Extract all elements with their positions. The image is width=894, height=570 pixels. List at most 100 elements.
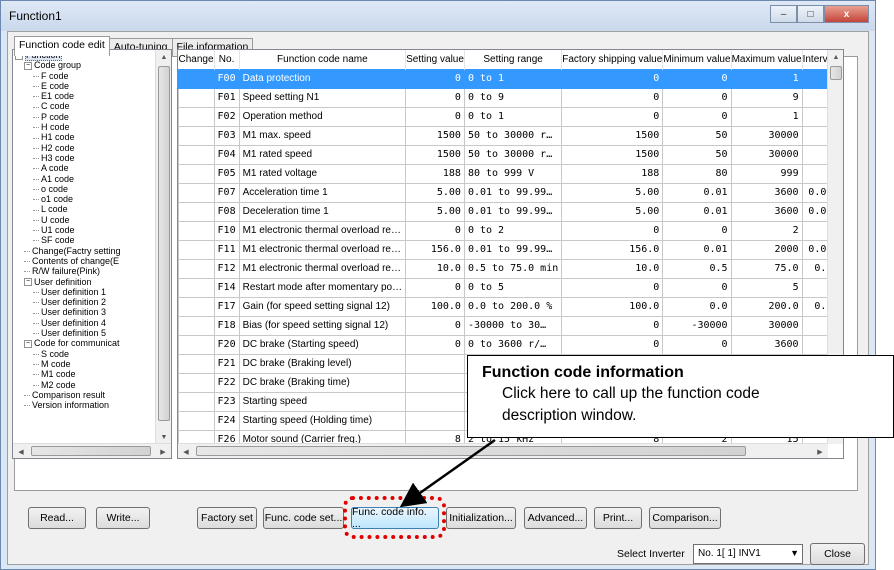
table-cell[interactable]: 0 [405, 220, 465, 241]
select-inverter-dropdown[interactable]: No. 1[ 1] INV1 ▼ [693, 544, 803, 564]
table-cell[interactable] [405, 353, 465, 374]
table-row[interactable]: F20 DC brake (Starting speed) 0 0 to 3600 r… [178, 334, 828, 355]
table-row[interactable]: F08 Deceleration time 1 5.00 0.01 to 99.99…… [178, 201, 828, 222]
tree-node[interactable]: User definition 4 [13, 318, 156, 328]
tree-vertical-scrollbar[interactable]: ▲ ▼ [155, 50, 171, 445]
tree-node[interactable]: A1 code [13, 174, 156, 184]
table-row[interactable]: F11 M1 electronic thermal overload re… 156… [178, 239, 828, 260]
tree-node[interactable]: E1 code [13, 91, 156, 101]
table-row[interactable]: F01Speed setting N100 to 90091- [178, 87, 828, 108]
tree-expander-icon[interactable]: − [24, 61, 32, 70]
table-cell[interactable]: 0 [405, 334, 465, 355]
close-window-button[interactable]: x [824, 5, 869, 23]
table-cell[interactable]: 5.00 [405, 182, 465, 203]
table-cell[interactable]: 156.0 [405, 239, 465, 260]
tree-node[interactable]: o1 code [13, 194, 156, 204]
column-header[interactable]: Factory shipping value [561, 50, 664, 69]
tree-node[interactable]: C code [13, 101, 156, 111]
table-cell[interactable]: 8 [405, 429, 465, 444]
tree-node[interactable]: − Code for communicat [13, 338, 156, 348]
tree-node[interactable]: − User definition [13, 277, 156, 287]
tree-node[interactable]: S code [13, 349, 156, 359]
table-cell[interactable]: 1500 [405, 144, 465, 165]
table-cell[interactable]: 10.0 [405, 258, 465, 279]
table-cell[interactable]: 5.00 [405, 201, 465, 222]
tree-node[interactable]: SF code [13, 235, 156, 245]
table-row[interactable]: F14 Restart mode after momentary po… 0 0 to… [178, 277, 828, 298]
scroll-up-icon[interactable]: ▲ [828, 50, 843, 65]
tree-node[interactable]: A code [13, 163, 156, 173]
scroll-right-icon[interactable]: ▶ [155, 444, 171, 458]
tree-node[interactable]: Version information [13, 400, 156, 410]
tree-node[interactable]: M code [13, 359, 156, 369]
table-cell[interactable] [405, 410, 465, 431]
table-row[interactable]: F18 Bias (for speed setting signal 12) 0 -3… [178, 315, 828, 336]
hscroll-thumb[interactable] [196, 446, 746, 456]
tree-node[interactable]: o code [13, 184, 156, 194]
minimize-button[interactable]: – [770, 5, 797, 23]
hscroll-thumb[interactable] [31, 446, 151, 456]
tree-node[interactable]: H code [13, 122, 156, 132]
tree-node[interactable]: M2 code [13, 380, 156, 390]
advanced-button[interactable]: Advanced... [524, 507, 587, 529]
tree-node[interactable]: F code [13, 71, 156, 81]
table-row[interactable]: F05 M1 rated voltage 188 80 to 999 V 188 80 99… [178, 163, 828, 184]
tree-node[interactable]: L code [13, 204, 156, 214]
tree-node[interactable]: U code [13, 215, 156, 225]
scroll-thumb[interactable] [158, 66, 170, 421]
chevron-down-icon[interactable]: ▼ [790, 548, 799, 558]
scroll-thumb[interactable] [830, 66, 842, 80]
scroll-right-icon[interactable]: ▶ [812, 444, 828, 458]
table-row[interactable]: F17 Gain (for speed setting signal 12) 100… [178, 296, 828, 317]
function-tree[interactable]: −Function−Code groupF codeE codeE1 codeC… [12, 49, 172, 459]
tree-node[interactable]: R/W failure(Pink) [13, 266, 156, 276]
table-row[interactable]: F03 M1 max. speed 1500 50 to 30000 r… 1500 50… [178, 125, 828, 146]
tree-node[interactable]: Comparison result [13, 390, 156, 400]
table-row[interactable]: F00Data protection00 to 10011- [178, 68, 828, 89]
tree-node[interactable]: U1 code [13, 225, 156, 235]
tree-node[interactable]: User definition 3 [13, 307, 156, 317]
table-cell[interactable]: 0 [405, 277, 465, 298]
table-cell[interactable]: 0 [405, 315, 465, 336]
column-header[interactable]: Setting range [464, 50, 563, 69]
factory-set-button[interactable]: Factory set [197, 507, 257, 529]
column-header[interactable]: Maximum value [731, 50, 803, 69]
column-header[interactable]: Interval [802, 50, 828, 69]
maximize-button[interactable]: □ [797, 5, 824, 23]
column-header[interactable]: Setting value [405, 50, 465, 69]
tree-node[interactable]: Change(Factry setting [13, 246, 156, 256]
read-button[interactable]: Read... [28, 507, 86, 529]
table-cell[interactable] [405, 391, 465, 412]
column-header[interactable]: Minimum value [662, 50, 732, 69]
table-cell[interactable]: 100.0 [405, 296, 465, 317]
tree-expander-icon[interactable]: − [24, 278, 32, 287]
table-row[interactable]: F02Operation method00 to 10011- [178, 106, 828, 127]
tree-node[interactable]: User definition 5 [13, 328, 156, 338]
tree-horizontal-scrollbar[interactable]: ◀ ▶ [13, 443, 171, 458]
table-row[interactable]: F07 Acceleration time 1 5.00 0.01 to 99.99…… [178, 182, 828, 203]
table-cell[interactable] [405, 372, 465, 393]
table-cell[interactable]: 0 [405, 87, 465, 108]
tree-node[interactable]: H2 code [13, 143, 156, 153]
tree-node[interactable]: M1 code [13, 369, 156, 379]
tree-node[interactable]: User definition 1 [13, 287, 156, 297]
tab-function-code-edit[interactable]: Function code edit [14, 36, 110, 56]
column-header[interactable]: Change [178, 50, 215, 69]
comparison-button[interactable]: Comparison... [649, 507, 721, 529]
func-code-set-button[interactable]: Func. code set... [263, 507, 344, 529]
scroll-up-icon[interactable]: ▲ [156, 50, 171, 65]
table-cell[interactable]: 1500 [405, 125, 465, 146]
table-row[interactable]: F04 M1 rated speed 1500 50 to 30000 r… 1500 5… [178, 144, 828, 165]
tree-node[interactable]: User definition 2 [13, 297, 156, 307]
initialization-button[interactable]: Initialization... [446, 507, 516, 529]
scroll-left-icon[interactable]: ◀ [13, 444, 29, 458]
tree-expander-icon[interactable]: − [24, 339, 32, 348]
column-header[interactable]: Function code name [239, 50, 407, 69]
column-header[interactable]: No. [214, 50, 240, 69]
title-bar[interactable]: Function1 – □ x [1, 1, 875, 31]
table-cell[interactable]: 0 [405, 106, 465, 127]
tree-node[interactable]: E code [13, 81, 156, 91]
table-cell[interactable]: 0 [405, 68, 465, 89]
tree-node[interactable]: − Code group [13, 60, 156, 70]
print-button[interactable]: Print... [594, 507, 642, 529]
